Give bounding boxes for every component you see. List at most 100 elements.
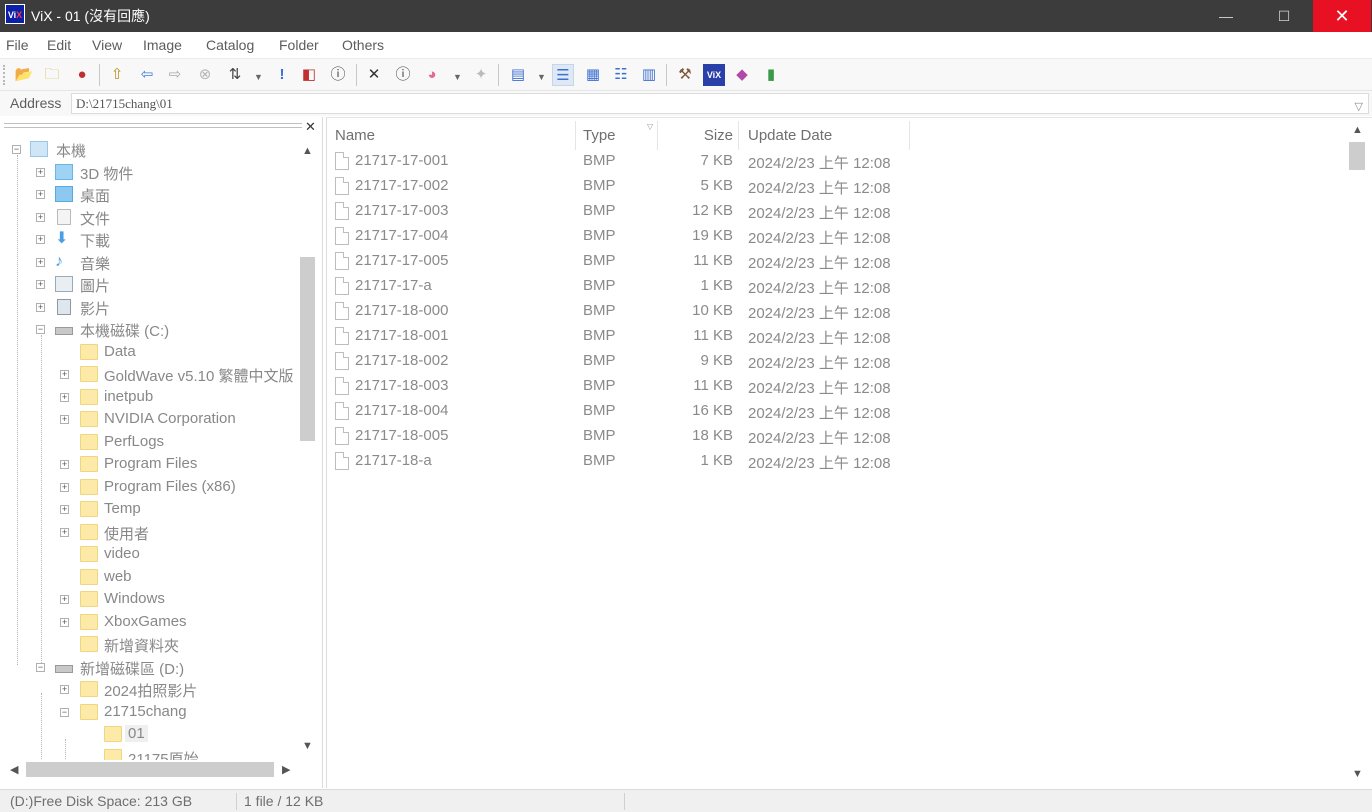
file-row[interactable]: 21717-17-005 BMP 11 KB 2024/2/23 上午 12:0…	[327, 249, 1337, 274]
column-header-size[interactable]: Size	[663, 121, 733, 150]
menu-image[interactable]: Image	[143, 37, 182, 53]
expand-icon[interactable]: +	[60, 460, 69, 469]
file-row[interactable]: 21717-18-005 BMP 18 KB 2024/2/23 上午 12:0…	[327, 424, 1337, 449]
open-folder-icon[interactable]: 📂	[13, 64, 35, 86]
delete-folder-icon[interactable]: ●	[71, 64, 93, 86]
delete-icon[interactable]: ✕	[363, 64, 385, 86]
file-row[interactable]: 21717-17-001 BMP 7 KB 2024/2/23 上午 12:08	[327, 149, 1337, 174]
expand-icon[interactable]: +	[36, 303, 45, 312]
menu-edit[interactable]: Edit	[47, 37, 71, 53]
sort-dropdown-icon[interactable]: ▼	[254, 72, 263, 82]
menu-view[interactable]: View	[92, 37, 122, 53]
menu-folder[interactable]: Folder	[279, 37, 319, 53]
expand-icon[interactable]: +	[60, 505, 69, 514]
tools-icon[interactable]: ⚒	[674, 64, 696, 86]
scroll-down-icon[interactable]: ▼	[302, 740, 313, 752]
scrollbar-thumb[interactable]	[300, 257, 315, 441]
info-panel-icon[interactable]: ⓘ	[327, 64, 349, 86]
color-icon[interactable]: ◕	[421, 64, 443, 86]
color-dropdown-icon[interactable]: ▼	[453, 72, 462, 82]
expand-icon[interactable]: +	[36, 213, 45, 222]
column-divider[interactable]	[738, 121, 739, 150]
collapse-icon[interactable]: −	[36, 663, 45, 672]
expand-icon[interactable]: +	[36, 190, 45, 199]
column-divider[interactable]	[657, 121, 658, 150]
collapse-icon[interactable]: −	[60, 708, 69, 717]
close-pane-icon[interactable]: ✕	[305, 119, 316, 135]
pane-gripper[interactable]	[4, 123, 302, 128]
sort-icon[interactable]: ⇅	[224, 64, 246, 86]
scrollbar-thumb[interactable]	[1349, 142, 1365, 170]
menu-catalog[interactable]: Catalog	[206, 37, 254, 53]
file-date: 2024/2/23 上午 12:08	[748, 205, 891, 222]
menu-others[interactable]: Others	[342, 37, 384, 53]
mark-icon[interactable]: !	[271, 64, 293, 86]
close-button[interactable]: ✕	[1313, 0, 1371, 32]
column-header-name[interactable]: Name	[335, 121, 573, 150]
vix-icon[interactable]: ViX	[703, 64, 725, 86]
up-folder-icon[interactable]: ⇧	[106, 64, 128, 86]
column-divider[interactable]	[575, 121, 576, 150]
large-icons-icon[interactable]: ▦	[582, 64, 604, 86]
file-row[interactable]: 21717-18-000 BMP 10 KB 2024/2/23 上午 12:0…	[327, 299, 1337, 324]
stop-icon[interactable]: ⊗	[194, 64, 216, 86]
column-header-date[interactable]: Update Date	[748, 121, 908, 150]
file-row[interactable]: 21717-17-003 BMP 12 KB 2024/2/23 上午 12:0…	[327, 199, 1337, 224]
address-input[interactable]: D:\21715chang\01 ▽	[71, 93, 1369, 114]
address-dropdown-icon[interactable]: ▽	[1355, 98, 1363, 117]
scroll-up-icon[interactable]: ▲	[1352, 124, 1363, 136]
file-row[interactable]: 21717-18-004 BMP 16 KB 2024/2/23 上午 12:0…	[327, 399, 1337, 424]
file-icon	[335, 177, 349, 195]
view-mode-dropdown-icon[interactable]: ▼	[537, 72, 546, 82]
expand-icon[interactable]: +	[36, 168, 45, 177]
file-row[interactable]: 21717-18-002 BMP 9 KB 2024/2/23 上午 12:08	[327, 349, 1337, 374]
scroll-left-icon[interactable]: ◀	[10, 763, 18, 776]
expand-icon[interactable]: +	[36, 235, 45, 244]
tree-vertical-scrollbar[interactable]: ▲ ▼	[298, 139, 318, 761]
collapse-icon[interactable]: −	[36, 325, 45, 334]
file-row[interactable]: 21717-18-a BMP 1 KB 2024/2/23 上午 12:08	[327, 449, 1337, 474]
list-icon[interactable]: ☷	[610, 64, 632, 86]
scrollbar-thumb[interactable]	[26, 762, 274, 777]
maximize-button[interactable]: ☐	[1255, 0, 1313, 32]
toolbar-grip[interactable]	[3, 65, 6, 85]
scroll-right-icon[interactable]: ▶	[282, 763, 290, 776]
effect-icon[interactable]: ✦	[470, 64, 492, 86]
expand-icon[interactable]: +	[60, 528, 69, 537]
new-folder-icon[interactable]: 🗀	[41, 64, 63, 86]
forward-icon[interactable]: ⇨	[164, 64, 186, 86]
expand-icon[interactable]: +	[60, 685, 69, 694]
expand-icon[interactable]: +	[60, 393, 69, 402]
details-view-icon[interactable]: ☰	[552, 64, 574, 86]
view-mode-icon[interactable]: ▤	[507, 64, 529, 86]
expand-icon[interactable]: +	[60, 370, 69, 379]
column-header-type[interactable]: Type	[583, 121, 653, 150]
file-row[interactable]: 21717-18-001 BMP 11 KB 2024/2/23 上午 12:0…	[327, 324, 1337, 349]
file-row[interactable]: 21717-17-a BMP 1 KB 2024/2/23 上午 12:08	[327, 274, 1337, 299]
menu-file[interactable]: File	[6, 37, 29, 53]
catalog-icon[interactable]: ◆	[731, 64, 753, 86]
file-row[interactable]: 21717-18-003 BMP 11 KB 2024/2/23 上午 12:0…	[327, 374, 1337, 399]
tree-horizontal-scrollbar[interactable]: ◀ ▶	[4, 760, 298, 780]
scroll-up-icon[interactable]: ▲	[302, 145, 313, 157]
exit-icon[interactable]: ▮	[760, 64, 782, 86]
expand-icon[interactable]: +	[60, 618, 69, 627]
collapse-icon[interactable]: −	[12, 145, 21, 154]
preview-pane-icon[interactable]: ◧	[298, 64, 320, 86]
back-icon[interactable]: ⇦	[136, 64, 158, 86]
file-type: BMP	[583, 202, 616, 219]
thumbnails-icon[interactable]: ▥	[638, 64, 660, 86]
expand-icon[interactable]: +	[36, 280, 45, 289]
expand-icon[interactable]: +	[60, 415, 69, 424]
file-row[interactable]: 21717-17-004 BMP 19 KB 2024/2/23 上午 12:0…	[327, 224, 1337, 249]
file-row[interactable]: 21717-17-002 BMP 5 KB 2024/2/23 上午 12:08	[327, 174, 1337, 199]
column-divider[interactable]	[909, 121, 910, 150]
expand-icon[interactable]: +	[60, 483, 69, 492]
expand-icon[interactable]: +	[36, 258, 45, 267]
properties-icon[interactable]: ⓘ	[392, 64, 414, 86]
tree-connector	[41, 693, 42, 761]
expand-icon[interactable]: +	[60, 595, 69, 604]
file-list-scrollbar[interactable]: ▲ ▼	[1347, 118, 1367, 789]
scroll-down-icon[interactable]: ▼	[1352, 768, 1363, 780]
minimize-button[interactable]: —	[1197, 0, 1255, 32]
